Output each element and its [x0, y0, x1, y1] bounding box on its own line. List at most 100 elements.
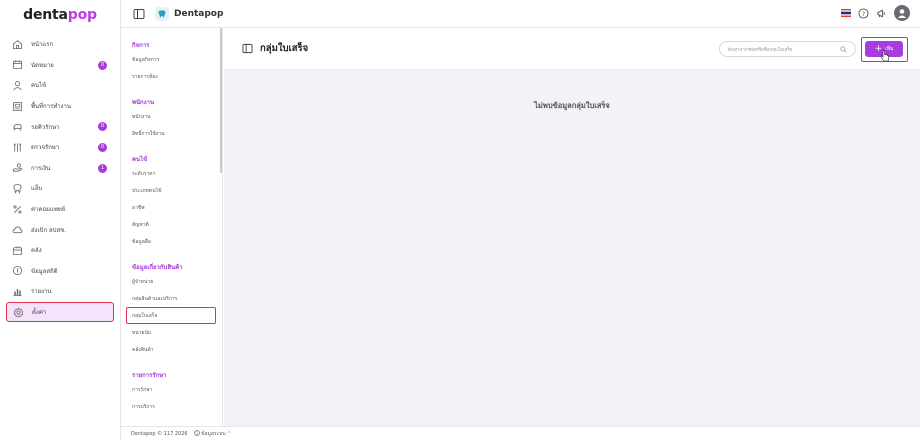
sidebar-item[interactable]: ตรวจรักษา 0 — [0, 137, 120, 158]
submenu-scrollbar[interactable] — [220, 28, 222, 173]
sidebar-item[interactable]: ตั้งค่า — [6, 301, 114, 323]
sidebar-item-label: คนไข้ — [31, 82, 47, 90]
submenu-section-title: พนักงาน — [132, 99, 155, 106]
sidebar-item-label: การเงิน — [31, 164, 51, 172]
submenu-item[interactable]: สัญชาติ — [121, 216, 222, 233]
settings-submenu: กิจการ ข้อมูลกิจการ รายการห้อง พนักงาน พนักง… — [121, 28, 223, 426]
page-title: กลุ่มใบเสร็จ — [260, 43, 309, 54]
submenu-item[interactable]: ข้อมูลกิจการ — [121, 51, 222, 68]
submenu-item[interactable]: ข้อมูลสื่อ — [121, 233, 222, 250]
sidebar-item[interactable]: ส่งเบิก สปสช. — [0, 219, 120, 240]
sidebar-item[interactable]: ค่าคอมแพทย์ — [0, 199, 120, 220]
submenu-item[interactable]: กลุ่มใบเสร็จ — [126, 307, 216, 324]
gear-icon — [12, 306, 24, 318]
mouse-pointer-icon — [880, 50, 889, 62]
sidebar-item-label: ค่าคอมแพทย์ — [31, 206, 66, 214]
payment-icon — [11, 162, 23, 174]
footer-info-label: ข้อมูลระบบ — [201, 430, 226, 437]
sidebar-item[interactable]: ข้อมูลสถิติ — [0, 261, 120, 282]
search-input[interactable]: ค้นหาจากรหัสหรือชื่อกลุ่มใบเสร็จ — [719, 41, 856, 57]
toggle-sidebar-icon[interactable] — [133, 8, 145, 20]
submenu-item[interactable]: พนักงาน — [121, 108, 222, 125]
sidebar-item-label: พื้นที่การทำงาน — [31, 103, 71, 111]
footer-info-link[interactable]: ข้อมูลระบบ ⌃ — [193, 430, 231, 438]
calendar-icon — [11, 59, 23, 71]
sidebar-item-label: แล็บ — [31, 185, 43, 193]
sidebar-item-label: ส่งเบิก สปสช. — [31, 226, 67, 234]
sidebar-item[interactable]: การเงิน 1 — [0, 158, 120, 179]
logo[interactable]: denta pop — [0, 0, 120, 30]
submenu-item[interactable]: กลุ่มสินค้าและบริการ — [121, 290, 222, 307]
svg-text:?: ? — [862, 9, 865, 17]
sidebar-item-label: ข้อมูลสถิติ — [31, 267, 58, 275]
footer-copyright: Dentapop © 117 2026 — [131, 430, 188, 437]
submenu-list: กิจการ ข้อมูลกิจการ รายการห้อง พนักงาน พนักง… — [121, 39, 222, 415]
home-icon — [11, 38, 23, 50]
sidebar-item-label: คลัง — [31, 247, 42, 255]
dental-chair-icon — [11, 121, 23, 133]
panel-icon — [242, 43, 253, 54]
sidebar-item[interactable]: รายงาน — [0, 281, 120, 302]
submenu-section-title: คนไข้ — [132, 156, 148, 163]
submenu-item[interactable]: ระดับราคา — [121, 165, 222, 182]
user-icon — [11, 79, 23, 91]
tools-icon — [11, 141, 23, 153]
help-icon[interactable]: ? — [858, 7, 869, 19]
topbar: Dentapop ? — [121, 0, 920, 28]
percent-icon — [11, 203, 23, 215]
submenu-item[interactable]: อาชีพ — [121, 199, 222, 216]
sidebar-item[interactable]: นัดหมาย 0 — [0, 55, 120, 76]
notification-badge: 0 — [98, 122, 107, 132]
sidebar-item-label: รายงาน — [31, 288, 52, 296]
sidebar-item[interactable]: รอคิวรักษา 0 — [0, 116, 120, 137]
sidebar-item[interactable]: แล็บ — [0, 178, 120, 199]
cloud-upload-icon — [11, 224, 23, 236]
submenu-item[interactable]: หน่วยนับ — [121, 324, 222, 341]
submenu-section-title: ข้อมูลเกี่ยวกับสินค้า — [132, 264, 183, 271]
notification-badge: 0 — [98, 142, 107, 152]
user-avatar[interactable] — [894, 5, 910, 21]
sidebar: denta pop หน้าแรกนัดหมาย 0 คนไข้พื้นที่การท… — [0, 0, 121, 440]
submenu-item[interactable]: การรักษา — [121, 381, 222, 398]
clinic-brand[interactable]: Dentapop — [155, 6, 224, 21]
sidebar-item-label: ตรวจรักษา — [31, 144, 60, 152]
sidebar-item-label: ตั้งค่า — [32, 309, 47, 317]
thai-flag-icon[interactable] — [841, 9, 851, 17]
sidebar-item[interactable]: หน้าแรก — [0, 34, 120, 55]
logo-text-part2: pop — [67, 7, 97, 23]
empty-state-text: ไม่พบข้อมูลกลุ่มใบเสร็จ — [534, 101, 610, 110]
sidebar-item-label: รอคิวรักษา — [31, 123, 60, 131]
logo-text-part1: denta — [23, 7, 68, 23]
sidebar-item-label: หน้าแรก — [31, 41, 54, 49]
sidebar-item[interactable]: คนไข้ — [0, 75, 120, 96]
announcement-icon[interactable] — [876, 8, 887, 19]
workspace-icon — [11, 100, 23, 112]
submenu-item[interactable]: คลังสินค้า — [121, 341, 222, 358]
submenu-section-title: รายการรักษา — [132, 372, 167, 379]
sidebar-item[interactable]: คลัง — [0, 240, 120, 261]
submenu-item[interactable]: รายการห้อง — [121, 68, 222, 85]
report-icon — [11, 285, 23, 297]
sidebar-nav: หน้าแรกนัดหมาย 0 คนไข้พื้นที่การทำงานรอคิว… — [0, 30, 120, 323]
sidebar-item[interactable]: พื้นที่การทำงาน — [0, 96, 120, 117]
sidebar-item-label: นัดหมาย — [31, 61, 54, 69]
clinic-name: Dentapop — [174, 8, 224, 19]
tooth-icon — [11, 182, 23, 194]
clinic-logo-icon — [155, 6, 169, 21]
submenu-item[interactable]: การบริการ — [121, 398, 222, 415]
topbar-actions: ? — [841, 5, 910, 21]
app: denta pop หน้าแรก นัดหมาย 0 คนไข้ พื้นที่การท… — [0, 0, 920, 440]
stats-icon — [11, 265, 23, 277]
notification-badge: 1 — [98, 163, 107, 173]
submenu-section-title: กิจการ — [132, 42, 150, 49]
main-content: กลุ่มใบเสร็จ ค้นหาจากรหัสหรือชื่อกลุ่มใบ… — [224, 28, 920, 426]
notification-badge: 0 — [98, 60, 107, 70]
footer: Dentapop © 117 2026 ข้อมูลระบบ ⌃ — [121, 426, 920, 440]
submenu-item[interactable]: ประเภทคนไข้ — [121, 182, 222, 199]
page-header: กลุ่มใบเสร็จ ค้นหาจากรหัสหรือชื่อกลุ่มใบ… — [224, 28, 920, 70]
submenu-item[interactable]: สิทธิ์การใช้งาน — [121, 125, 222, 142]
search-placeholder: ค้นหาจากรหัสหรือชื่อกลุ่มใบเสร็จ — [728, 47, 793, 53]
inventory-icon — [11, 244, 23, 256]
submenu-item[interactable]: ผู้จำหน่าย — [121, 273, 222, 290]
search-icon — [840, 46, 847, 53]
